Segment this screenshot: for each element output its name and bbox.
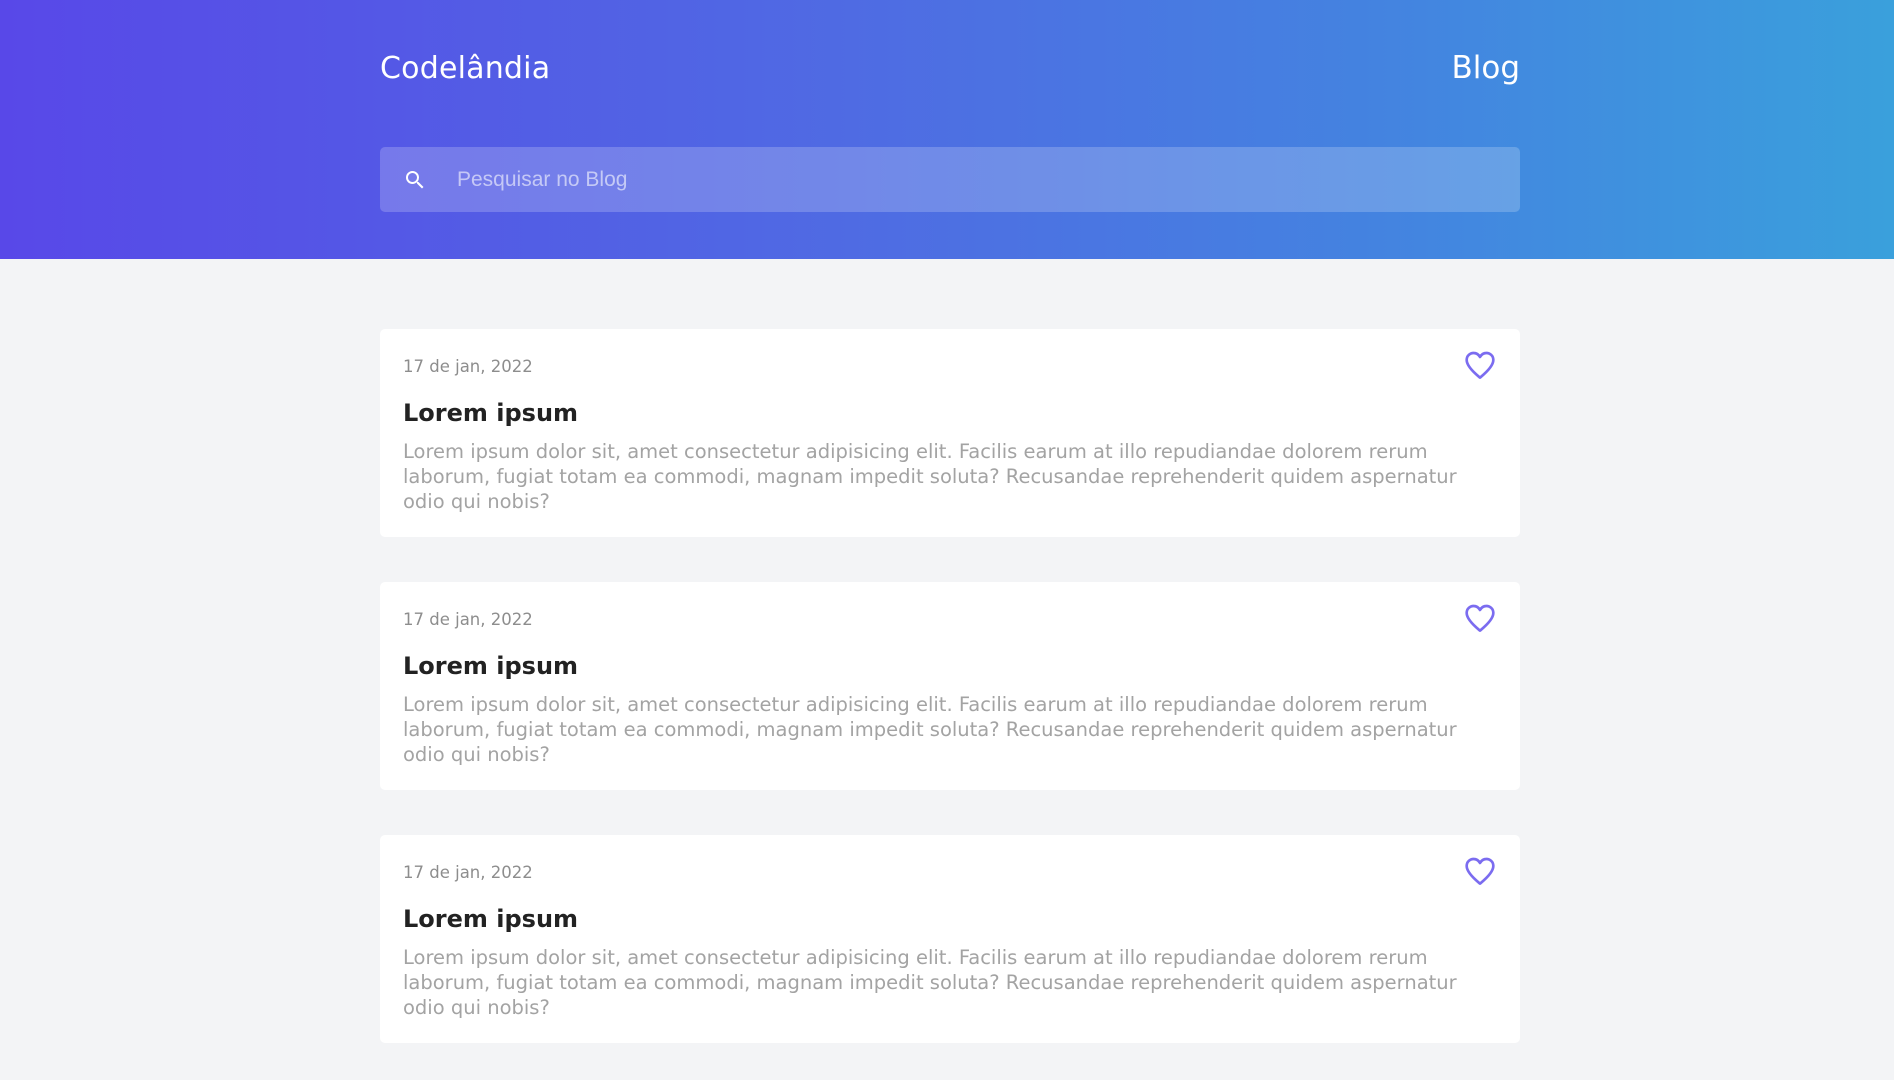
post-title[interactable]: Lorem ipsum: [403, 399, 578, 427]
search-input[interactable]: [457, 147, 1520, 212]
brand-logo[interactable]: Codelândia: [380, 51, 550, 86]
post-card[interactable]: 17 de jan, 2022 Lorem ipsum Lorem ipsum …: [380, 835, 1520, 1043]
post-title[interactable]: Lorem ipsum: [403, 652, 578, 680]
post-excerpt: Lorem ipsum dolor sit, amet consectetur …: [403, 440, 1457, 513]
nav-link-blog[interactable]: Blog: [1451, 50, 1520, 86]
post-excerpt: Lorem ipsum dolor sit, amet consectetur …: [403, 946, 1457, 1019]
post-date: 17 de jan, 2022: [403, 863, 533, 882]
header-banner: Codelândia Blog: [0, 0, 1894, 259]
top-bar: Codelândia Blog: [380, 48, 1520, 88]
post-title[interactable]: Lorem ipsum: [403, 905, 578, 933]
post-card[interactable]: 17 de jan, 2022 Lorem ipsum Lorem ipsum …: [380, 582, 1520, 790]
post-date: 17 de jan, 2022: [403, 610, 533, 629]
heart-icon[interactable]: [1464, 350, 1496, 380]
post-excerpt: Lorem ipsum dolor sit, amet consectetur …: [403, 693, 1457, 766]
heart-icon[interactable]: [1464, 856, 1496, 886]
post-date: 17 de jan, 2022: [403, 357, 533, 376]
search-icon: [406, 170, 424, 188]
search-bar[interactable]: [380, 147, 1520, 212]
heart-icon[interactable]: [1464, 603, 1496, 633]
post-card[interactable]: 17 de jan, 2022 Lorem ipsum Lorem ipsum …: [380, 329, 1520, 537]
